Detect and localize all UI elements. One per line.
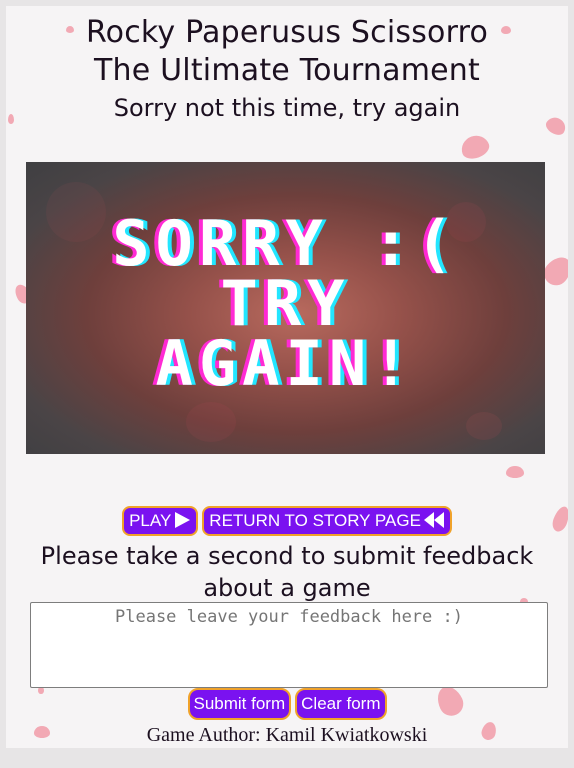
feedback-textarea[interactable] <box>30 602 548 688</box>
petal-decoration <box>458 131 492 163</box>
banner-text: SORRY :( TRY AGAIN! <box>26 207 545 400</box>
banner-petal <box>186 402 236 442</box>
feedback-prompt: Please take a second to submit feedback … <box>40 542 534 602</box>
play-icon <box>175 512 191 528</box>
page-title-secondary: The Ultimate Tournament <box>94 53 480 88</box>
banner-line: TRY <box>220 267 351 340</box>
form-buttons: Submit form Clear form <box>6 688 568 720</box>
return-button-label: RETURN TO STORY PAGE <box>209 511 421 530</box>
result-banner-image: SORRY :( TRY AGAIN! <box>26 162 545 454</box>
clear-form-button[interactable]: Clear form <box>295 688 387 720</box>
petal-decoration <box>506 466 524 478</box>
page-title: Rocky Paperusus Scissorro <box>85 15 489 50</box>
play-button[interactable]: PLAY <box>122 506 199 536</box>
action-buttons: PLAY RETURN TO STORY PAGE <box>6 506 568 536</box>
rewind-icon <box>423 512 444 528</box>
page-container: Rocky Paperusus Scissorro The Ultimate T… <box>6 6 568 748</box>
result-message: Sorry not this time, try again <box>113 94 461 122</box>
banner-petal <box>466 412 502 440</box>
submit-form-button[interactable]: Submit form <box>187 688 292 720</box>
game-author: Game Author: Kamil Kwiatkowski <box>146 724 428 746</box>
return-to-story-button[interactable]: RETURN TO STORY PAGE <box>202 506 452 536</box>
banner-line: AGAIN! <box>155 327 416 400</box>
play-button-label: PLAY <box>129 511 172 530</box>
header: Rocky Paperusus Scissorro The Ultimate T… <box>6 14 568 124</box>
banner-line: SORRY :( <box>112 207 459 280</box>
